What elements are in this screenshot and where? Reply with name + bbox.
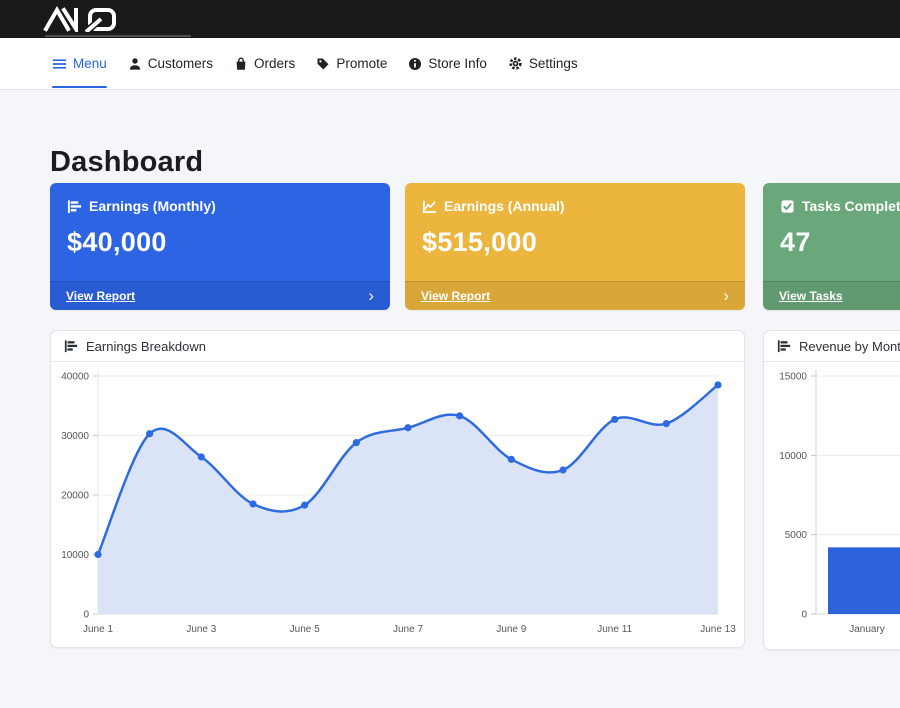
- gear-icon: [508, 56, 523, 71]
- page-title: Dashboard: [50, 146, 203, 179]
- svg-text:June 7: June 7: [393, 624, 423, 635]
- svg-text:January: January: [849, 624, 885, 635]
- nav-item-customers[interactable]: Customers: [128, 38, 213, 90]
- stat-card-label: Earnings (Monthly): [89, 198, 216, 214]
- stat-card-header: Earnings (Monthly): [67, 198, 373, 214]
- svg-text:10000: 10000: [61, 550, 89, 561]
- chart-card-header: Earnings Breakdown: [51, 331, 744, 362]
- view-tasks-label: View Tasks: [779, 289, 843, 303]
- view-report-label: View Report: [421, 289, 490, 303]
- svg-text:30000: 30000: [61, 431, 89, 442]
- chevron-right-icon: ›: [368, 287, 374, 304]
- nav-item-settings[interactable]: Settings: [508, 38, 578, 90]
- revenue-by-month-chart[interactable]: 0 5000 10000 15000 January: [764, 362, 900, 650]
- horizontal-bars-chart-icon: [64, 339, 78, 353]
- svg-text:10000: 10000: [779, 451, 807, 462]
- nav-item-label: Orders: [254, 56, 295, 71]
- svg-text:20000: 20000: [61, 491, 89, 502]
- view-report-link[interactable]: View Report ›: [405, 281, 745, 310]
- svg-text:0: 0: [801, 610, 807, 621]
- chart-title: Revenue by Month: [799, 339, 900, 354]
- earnings-breakdown-card: Earnings Breakdown 0 10000 20000 30000 40000…: [50, 330, 745, 648]
- nav-item-store-info[interactable]: Store Info: [408, 38, 487, 90]
- nav-item-label: Promote: [336, 56, 387, 71]
- stat-card-header: Tasks Completed: [780, 198, 900, 214]
- topbar: [0, 0, 900, 38]
- stat-card-earnings-annual: Earnings (Annual) $515,000 View Report ›: [405, 183, 745, 310]
- view-report-link[interactable]: View Report ›: [50, 281, 390, 310]
- chevron-right-icon: ›: [723, 287, 729, 304]
- stat-card-value: 47: [780, 227, 900, 258]
- stat-card-value: $40,000: [67, 227, 373, 258]
- chart-title: Earnings Breakdown: [86, 339, 206, 354]
- svg-text:June 1: June 1: [83, 624, 113, 635]
- nav-item-label: Store Info: [428, 56, 487, 71]
- svg-text:June 3: June 3: [186, 624, 216, 635]
- info-circle-icon: [408, 57, 422, 71]
- person-icon: [128, 57, 142, 71]
- horizontal-bars-chart-icon: [777, 339, 791, 353]
- tag-icon: [316, 57, 330, 71]
- main-nav: Menu Customers Orders Promote: [0, 38, 900, 90]
- hamburger-icon: [52, 57, 67, 71]
- line-chart-icon: [422, 199, 437, 214]
- stat-card-label: Tasks Completed: [802, 198, 900, 214]
- brand-logo-mark: [42, 6, 134, 32]
- check-square-icon: [780, 199, 795, 214]
- stat-card-label: Earnings (Annual): [444, 198, 565, 214]
- svg-text:June 5: June 5: [290, 624, 320, 635]
- svg-text:40000: 40000: [61, 372, 89, 383]
- stat-card-header: Earnings (Annual): [422, 198, 728, 214]
- view-tasks-link[interactable]: View Tasks ›: [763, 281, 900, 310]
- shopping-bag-icon: [234, 57, 248, 71]
- svg-text:5000: 5000: [785, 530, 808, 541]
- dashboard-screen: Menu Customers Orders Promote: [0, 0, 900, 708]
- nav-item-orders[interactable]: Orders: [234, 38, 295, 90]
- earnings-breakdown-chart[interactable]: 0 10000 20000 30000 40000 June 1 June 3 June 5 J…: [51, 362, 744, 648]
- nav-item-menu[interactable]: Menu: [52, 38, 107, 90]
- nav-item-label: Menu: [73, 56, 107, 71]
- revenue-by-month-card: Revenue by Month 0 5000 10000 15000 January: [763, 330, 900, 650]
- svg-text:June 11: June 11: [597, 624, 632, 635]
- stat-card-tasks-completed: Tasks Completed 47 View Tasks ›: [763, 183, 900, 310]
- svg-text:0: 0: [83, 610, 89, 621]
- nav-item-promote[interactable]: Promote: [316, 38, 387, 90]
- brand-logo[interactable]: [42, 6, 134, 37]
- chart-card-header: Revenue by Month: [764, 331, 900, 362]
- stat-card-value: $515,000: [422, 227, 728, 258]
- svg-text:15000: 15000: [779, 372, 807, 383]
- stat-card-earnings-monthly: Earnings (Monthly) $40,000 View Report ›: [50, 183, 390, 310]
- svg-text:June 13: June 13: [700, 624, 736, 635]
- view-report-label: View Report: [66, 289, 135, 303]
- svg-text:June 9: June 9: [496, 624, 526, 635]
- nav-item-label: Customers: [148, 56, 213, 71]
- active-tab-underline: [52, 86, 107, 88]
- nav-item-label: Settings: [529, 56, 578, 71]
- horizontal-bars-chart-icon: [67, 199, 82, 214]
